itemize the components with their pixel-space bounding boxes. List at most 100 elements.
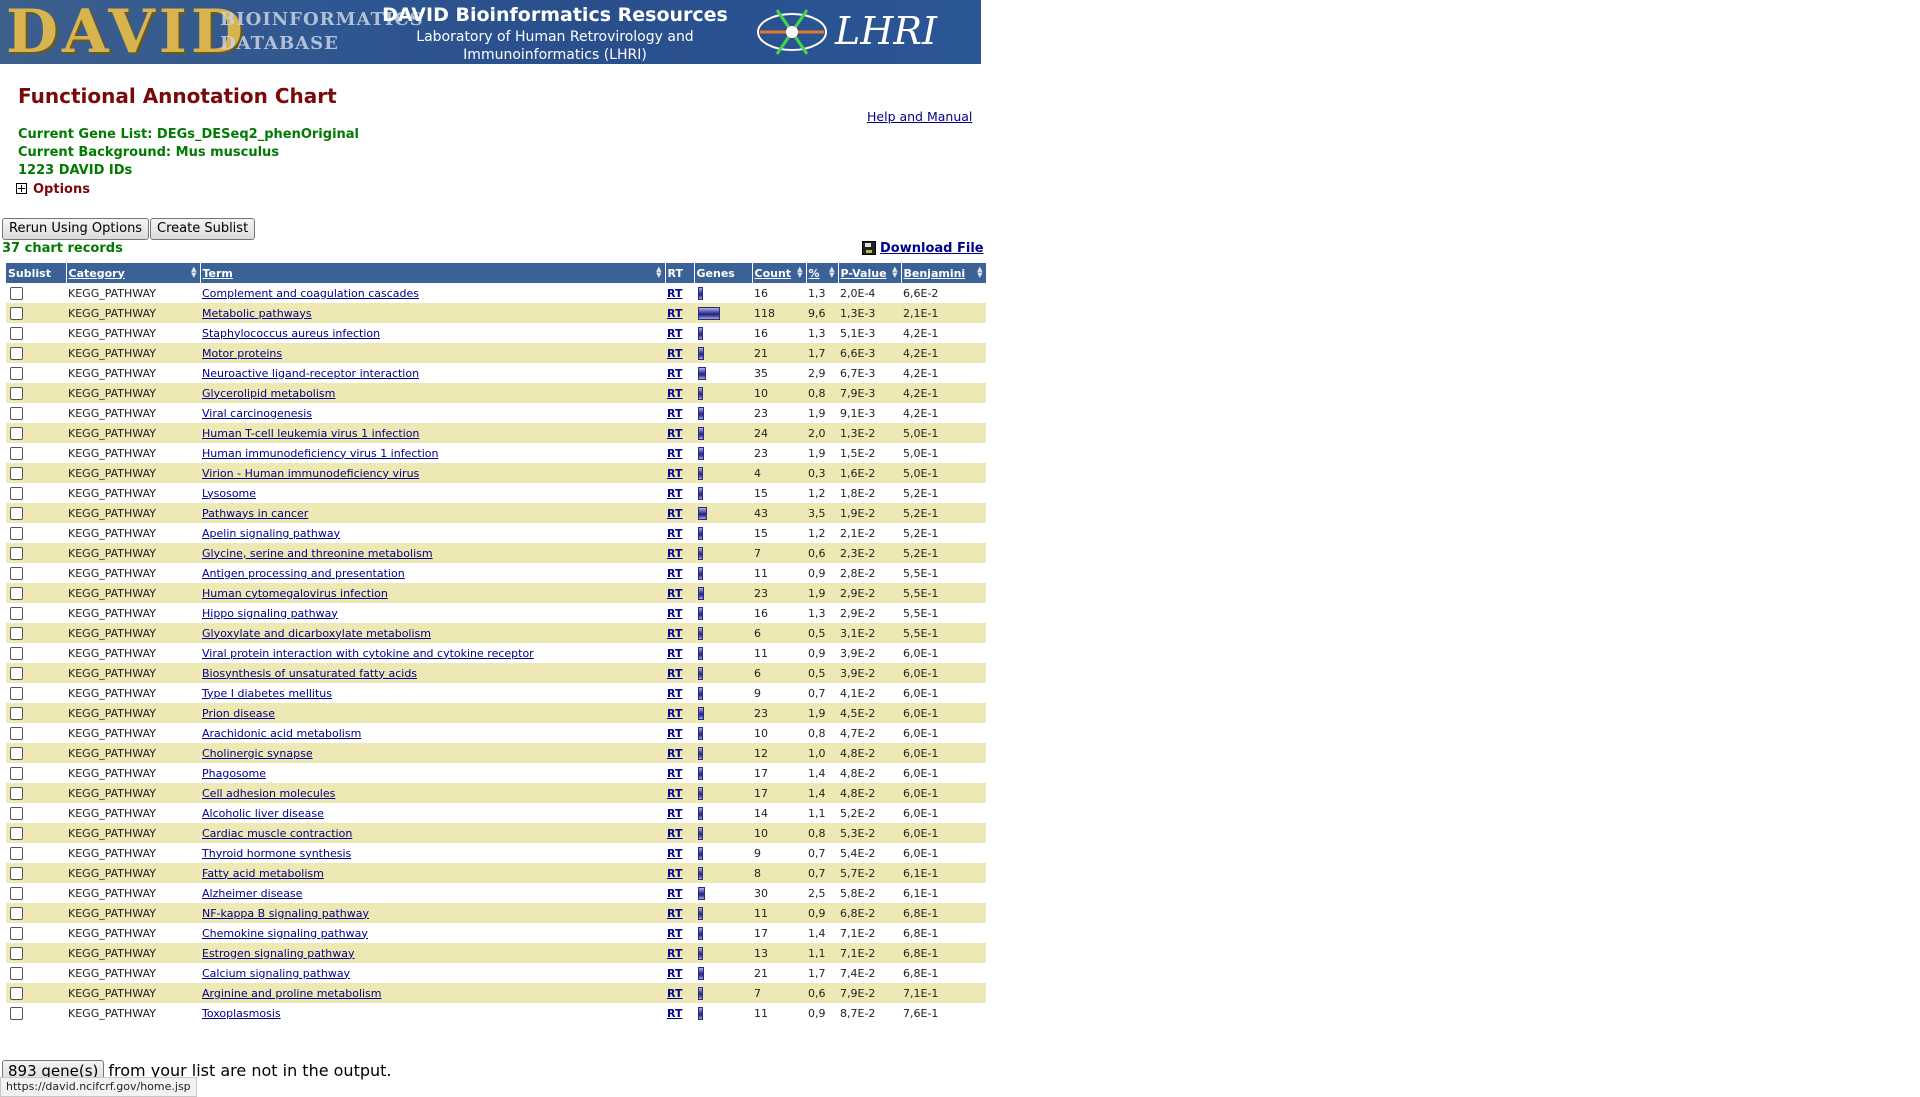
sublist-checkbox[interactable]	[10, 686, 23, 700]
term-link[interactable]: Phagosome	[202, 767, 266, 780]
rt-link[interactable]: RT	[667, 547, 682, 560]
genes-bar-icon[interactable]	[698, 966, 704, 980]
sublist-checkbox[interactable]	[10, 906, 23, 920]
rt-link[interactable]: RT	[667, 887, 682, 900]
genes-bar-icon[interactable]	[698, 286, 703, 300]
term-link[interactable]: Glycine, serine and threonine metabolism	[202, 547, 433, 560]
sublist-checkbox[interactable]	[10, 986, 23, 1000]
genes-bar-icon[interactable]	[698, 726, 703, 740]
genes-bar-icon[interactable]	[698, 366, 706, 380]
sublist-checkbox[interactable]	[10, 486, 23, 500]
genes-bar-icon[interactable]	[698, 526, 703, 540]
rt-link[interactable]: RT	[667, 927, 682, 940]
sublist-checkbox[interactable]	[10, 426, 23, 440]
genes-bar-icon[interactable]	[698, 666, 703, 680]
term-link[interactable]: Motor proteins	[202, 347, 282, 360]
genes-bar-icon[interactable]	[698, 406, 704, 420]
term-link[interactable]: Estrogen signaling pathway	[202, 947, 355, 960]
rt-link[interactable]: RT	[667, 347, 682, 360]
term-link[interactable]: Glycerolipid metabolism	[202, 387, 335, 400]
genes-bar-icon[interactable]	[698, 986, 703, 1000]
genes-bar-icon[interactable]	[698, 346, 704, 360]
rt-link[interactable]: RT	[667, 687, 682, 700]
sublist-checkbox[interactable]	[10, 726, 23, 740]
genes-bar-icon[interactable]	[698, 386, 703, 400]
genes-bar-icon[interactable]	[698, 866, 703, 880]
term-link[interactable]: Lysosome	[202, 487, 256, 500]
rt-link[interactable]: RT	[667, 747, 682, 760]
rt-link[interactable]: RT	[667, 507, 682, 520]
rt-link[interactable]: RT	[667, 787, 682, 800]
sublist-checkbox[interactable]	[10, 786, 23, 800]
rt-link[interactable]: RT	[667, 847, 682, 860]
genes-bar-icon[interactable]	[698, 926, 703, 940]
sublist-checkbox[interactable]	[10, 806, 23, 820]
rt-link[interactable]: RT	[667, 327, 682, 340]
sublist-checkbox[interactable]	[10, 566, 23, 580]
sublist-checkbox[interactable]	[10, 306, 23, 320]
options-label[interactable]: Options	[33, 182, 90, 197]
genes-bar-icon[interactable]	[698, 546, 703, 560]
rt-link[interactable]: RT	[667, 907, 682, 920]
genes-bar-icon[interactable]	[698, 746, 703, 760]
term-link[interactable]: Glyoxylate and dicarboxylate metabolism	[202, 627, 431, 640]
term-link[interactable]: Cell adhesion molecules	[202, 787, 335, 800]
sublist-checkbox[interactable]	[10, 706, 23, 720]
term-link[interactable]: Biosynthesis of unsaturated fatty acids	[202, 667, 417, 680]
header-count[interactable]: Count ▲ ▼	[752, 263, 807, 283]
rt-link[interactable]: RT	[667, 627, 682, 640]
genes-bar-icon[interactable]	[698, 486, 703, 500]
sublist-checkbox[interactable]	[10, 886, 23, 900]
rt-link[interactable]: RT	[667, 647, 682, 660]
term-link[interactable]: Alzheimer disease	[202, 887, 302, 900]
download-file-link[interactable]: Download File	[862, 240, 984, 256]
rerun-using-options-button[interactable]: Rerun Using Options	[2, 218, 150, 240]
genes-bar-icon[interactable]	[698, 686, 703, 700]
genes-bar-icon[interactable]	[698, 706, 704, 720]
sublist-checkbox[interactable]	[10, 346, 23, 360]
genes-bar-icon[interactable]	[698, 606, 703, 620]
sublist-checkbox[interactable]	[10, 526, 23, 540]
rt-link[interactable]: RT	[667, 967, 682, 980]
genes-bar-icon[interactable]	[698, 786, 703, 800]
term-link[interactable]: Pathways in cancer	[202, 507, 308, 520]
term-link[interactable]: Viral carcinogenesis	[202, 407, 312, 420]
sublist-checkbox[interactable]	[10, 626, 23, 640]
rt-link[interactable]: RT	[667, 1007, 682, 1020]
rt-link[interactable]: RT	[667, 467, 682, 480]
header-pvalue[interactable]: P-Value ▲ ▼	[838, 263, 902, 283]
genes-bar-icon[interactable]	[698, 306, 720, 320]
term-link[interactable]: Virion - Human immunodeficiency virus	[202, 467, 419, 480]
genes-bar-icon[interactable]	[698, 1006, 703, 1020]
sort-arrows-icon[interactable]: ▲ ▼	[797, 266, 802, 279]
genes-bar-icon[interactable]	[698, 566, 703, 580]
rt-link[interactable]: RT	[667, 387, 682, 400]
rt-link[interactable]: RT	[667, 767, 682, 780]
genes-bar-icon[interactable]	[698, 886, 705, 900]
term-link[interactable]: Hippo signaling pathway	[202, 607, 338, 620]
term-link[interactable]: Arachidonic acid metabolism	[202, 727, 361, 740]
genes-bar-icon[interactable]	[698, 846, 703, 860]
sublist-checkbox[interactable]	[10, 326, 23, 340]
term-link[interactable]: Arginine and proline metabolism	[202, 987, 382, 1000]
sublist-checkbox[interactable]	[10, 546, 23, 560]
term-link[interactable]: Apelin signaling pathway	[202, 527, 340, 540]
sublist-checkbox[interactable]	[10, 586, 23, 600]
rt-link[interactable]: RT	[667, 667, 682, 680]
expand-plus-icon[interactable]	[16, 183, 27, 194]
rt-link[interactable]: RT	[667, 447, 682, 460]
rt-link[interactable]: RT	[667, 727, 682, 740]
sort-arrows-icon[interactable]: ▲ ▼	[892, 266, 897, 279]
sublist-checkbox[interactable]	[10, 866, 23, 880]
sublist-checkbox[interactable]	[10, 386, 23, 400]
genes-bar-icon[interactable]	[698, 946, 703, 960]
genes-bar-icon[interactable]	[698, 826, 703, 840]
header-term[interactable]: Term ▲ ▼	[200, 263, 666, 283]
sublist-checkbox[interactable]	[10, 846, 23, 860]
header-benjamini[interactable]: Benjamini ▲ ▼	[901, 263, 987, 283]
rt-link[interactable]: RT	[667, 567, 682, 580]
rt-link[interactable]: RT	[667, 427, 682, 440]
download-file-label[interactable]: Download File	[880, 241, 984, 256]
genes-bar-icon[interactable]	[698, 466, 703, 480]
term-link[interactable]: Prion disease	[202, 707, 275, 720]
